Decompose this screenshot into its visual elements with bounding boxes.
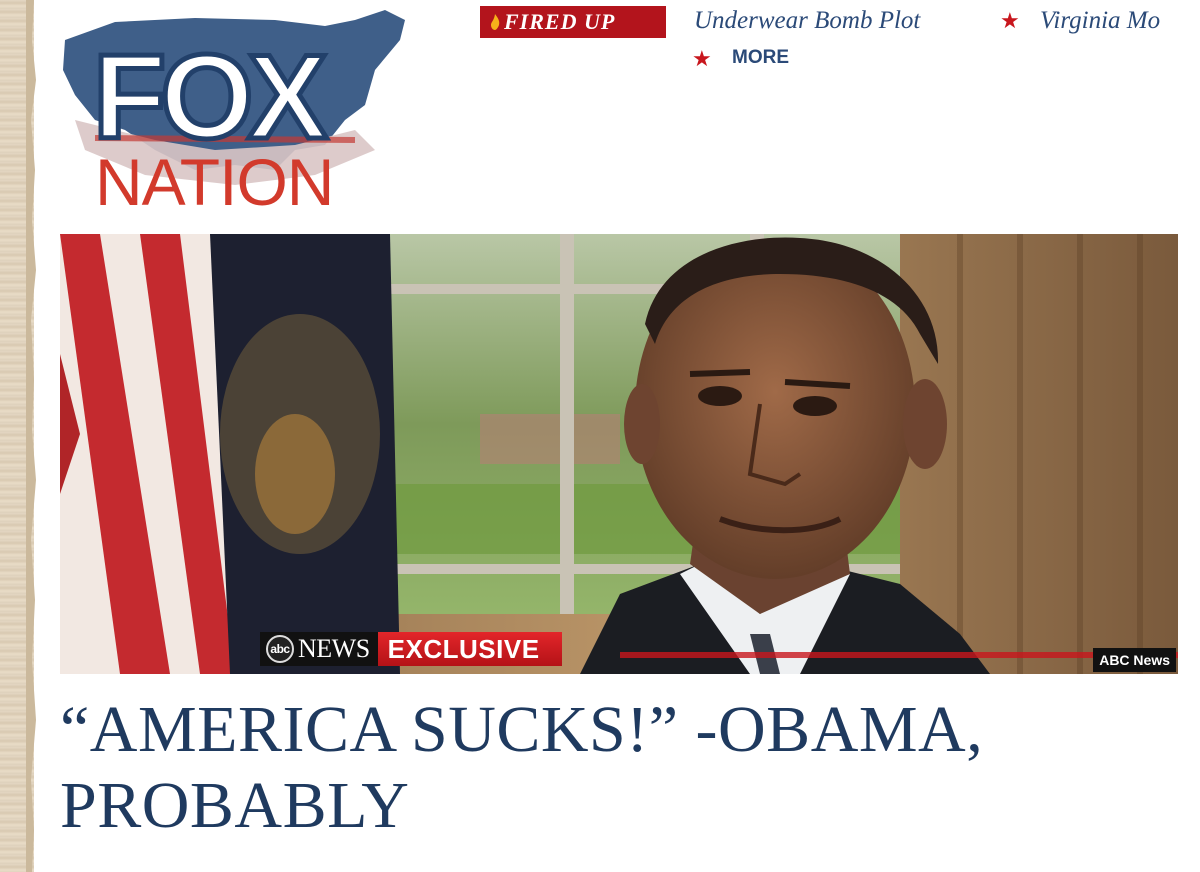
abc-news-brand: abc NEWS xyxy=(260,632,378,666)
top-nav: FIRED UP Underwear Bomb Plot ★ Virginia … xyxy=(480,4,1200,74)
article-photo[interactable]: abc NEWS EXCLUSIVE ABC News xyxy=(60,234,1178,674)
star-icon: ★ xyxy=(1000,8,1020,33)
article-headline[interactable]: “AMERICA SUCKS!” -OBAMA, PROBABLY xyxy=(60,692,1180,844)
star-icon: ★ xyxy=(692,46,712,71)
interview-image xyxy=(60,234,1178,674)
flame-icon xyxy=(491,14,500,30)
logo-fox-text: FOX xyxy=(93,30,327,164)
fired-up-section-tab[interactable]: FIRED UP xyxy=(480,6,666,38)
photo-credit: ABC News xyxy=(1093,648,1176,672)
more-link[interactable]: MORE xyxy=(732,44,789,72)
exclusive-tag: EXCLUSIVE xyxy=(377,632,562,666)
headline-line-2: PROBABLY xyxy=(60,769,410,842)
abc-logo-icon: abc xyxy=(266,635,294,663)
abc-news-label: NEWS xyxy=(298,634,370,663)
logo-nation-text: NATION xyxy=(95,145,333,219)
torn-edge xyxy=(26,0,36,872)
us-map-logo-graphic: FOX NATION xyxy=(63,10,405,219)
fired-up-label: FIRED UP xyxy=(504,9,616,34)
news-banner: abc NEWS EXCLUSIVE xyxy=(260,632,562,666)
headline-line-1: “AMERICA SUCKS!” -OBAMA, xyxy=(60,693,984,766)
nav-link-underwear-bomb-plot[interactable]: Underwear Bomb Plot xyxy=(694,4,920,38)
nav-link-virginia[interactable]: Virginia Mo xyxy=(1040,4,1160,38)
fox-nation-logo[interactable]: FOX NATION xyxy=(55,0,425,220)
